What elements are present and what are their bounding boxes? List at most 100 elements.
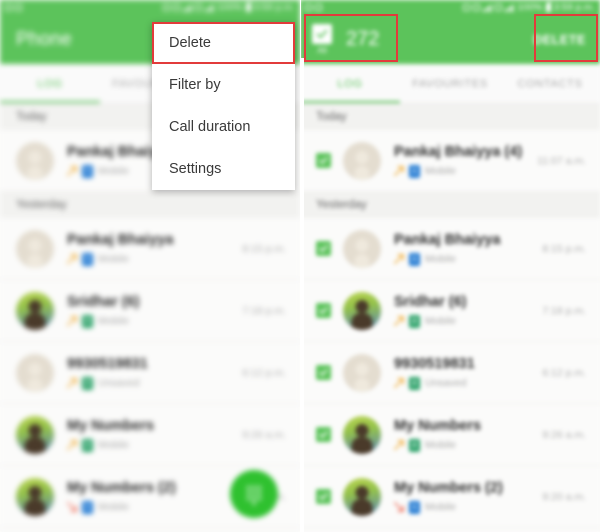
avatar[interactable] [16, 229, 54, 268]
menu-item-delete[interactable]: Delete [152, 22, 295, 64]
signal-bars-icon [483, 3, 493, 12]
avatar[interactable] [343, 229, 381, 268]
page-title: Phone [16, 28, 72, 50]
delete-button[interactable]: DELETE [531, 29, 588, 51]
call-time-label: 6:12 p.m. [242, 366, 286, 379]
section-header-label: Today [316, 111, 347, 123]
outgoing-call-icon [67, 254, 77, 264]
call-log-row[interactable]: My Numbers 2 Mobile 9:26 a.m. [300, 404, 600, 466]
outgoing-call-icon [67, 378, 77, 388]
dialpad-fab-button[interactable] [230, 470, 278, 518]
tab-favourites[interactable]: FAVOURITES [400, 78, 500, 90]
row-checkbox[interactable] [316, 489, 331, 504]
sim-indicator-icon: 2 [82, 314, 93, 328]
selection-controls: All 272 [312, 24, 379, 55]
call-log-row[interactable]: Pankaj Bhaiyya 1 Mobile 8:15 p.m. [300, 218, 600, 280]
outgoing-call-icon [394, 254, 404, 264]
number-type-label: Mobile [98, 501, 129, 513]
select-all-checkbox[interactable] [312, 24, 332, 44]
avatar[interactable] [343, 141, 381, 180]
sim-indicator-icon: 1 [409, 252, 420, 266]
avatar[interactable] [16, 291, 54, 330]
select-all-control[interactable]: All [312, 24, 332, 55]
sim2-icon [473, 4, 481, 11]
row-subtitle: 1 Mobile [394, 500, 534, 514]
row-subtitle: 1 Mobile [67, 252, 234, 266]
row-main: My Numbers (2) 1 Mobile [67, 480, 234, 514]
call-log-row[interactable]: Sridhar (6) 2 Mobile 7:18 p.m. [300, 280, 600, 342]
call-log-row[interactable]: 9930519831 2 Unsaved 6:12 p.m. [0, 342, 300, 404]
number-type-label: Mobile [425, 501, 456, 513]
avatar[interactable] [343, 415, 381, 454]
row-checkbox[interactable] [316, 153, 331, 168]
menu-item-call-duration[interactable]: Call duration [152, 106, 295, 148]
section-header-label: Yesterday [16, 199, 67, 211]
status-bar-notification-icons [5, 4, 22, 11]
mobile-data-icon [495, 4, 503, 11]
avatar[interactable] [16, 141, 54, 180]
menu-item-filter-by[interactable]: Filter by [152, 64, 295, 106]
right-status-bar: 100% 3:59 p.m. [300, 0, 600, 15]
call-log-row[interactable]: Sridhar (6) 2 Mobile 7:18 p.m. [0, 280, 300, 342]
tab-log[interactable]: LOG [300, 78, 400, 90]
number-type-label: Mobile [98, 315, 129, 327]
call-log-row[interactable]: My Numbers (2) 1 Mobile 9:20 a.m. [300, 466, 600, 528]
avatar[interactable] [16, 353, 54, 392]
checkmark-icon [319, 157, 328, 164]
battery-percent-label: 100% [217, 2, 243, 13]
left-phone-screen: 100% 3:59 p.m. Phone LOG FAVOURITES CONT… [0, 0, 300, 532]
sim-indicator-icon: 2 [409, 438, 420, 452]
right-call-log-list[interactable]: Today Pankaj Bhaiyya (4) 1 Mobile 11:07 a.m.… [300, 104, 600, 532]
overflow-dropdown-menu[interactable]: Delete Filter by Call duration Settings [152, 22, 295, 190]
row-checkbox[interactable] [316, 241, 331, 256]
avatar[interactable] [343, 353, 381, 392]
call-log-row[interactable]: 9930519831 2 Unsaved 6:12 p.m. [300, 342, 600, 404]
menu-item-settings[interactable]: Settings [152, 148, 295, 190]
sd-card-icon [5, 4, 12, 11]
call-time-label: 8:15 p.m. [242, 242, 286, 255]
avatar[interactable] [16, 477, 54, 516]
row-checkbox[interactable] [316, 427, 331, 442]
right-phone-screen: 100% 3:59 p.m. All 272 DELETE LOG FAVOUR… [300, 0, 600, 532]
signal-icon [505, 3, 515, 12]
row-main: My Numbers (2) 1 Mobile [394, 480, 534, 514]
row-checkbox[interactable] [316, 303, 331, 318]
sim2-icon [173, 4, 181, 11]
contact-name-label: Pankaj Bhaiyya [67, 231, 174, 248]
mobile-data-icon [195, 4, 203, 11]
dialpad-icon [246, 486, 262, 505]
row-main: Pankaj Bhaiyya (4) 1 Mobile [394, 144, 529, 178]
call-log-row[interactable]: Pankaj Bhaiyya 1 Mobile 8:15 p.m. [0, 218, 300, 280]
avatar[interactable] [343, 477, 381, 516]
outgoing-call-icon [67, 316, 77, 326]
row-subtitle: 2 Unsaved [394, 376, 534, 390]
contact-name-label: My Numbers (2) [67, 479, 176, 496]
image-icon [315, 4, 322, 11]
avatar[interactable] [343, 291, 381, 330]
number-type-label: Unsaved [98, 377, 140, 389]
row-main: My Numbers 2 Mobile [394, 418, 534, 452]
call-log-row[interactable]: My Numbers2Mobile9:24 a.m. [300, 528, 600, 532]
number-type-label: Mobile [425, 253, 456, 265]
list-section-header: Yesterday [300, 192, 600, 218]
call-time-label: 9:26 a.m. [542, 428, 586, 441]
checkmark-icon [319, 493, 328, 500]
call-log-row[interactable]: My Numbers 2 Mobile 9:26 a.m. [0, 404, 300, 466]
active-tab-indicator [0, 100, 100, 103]
call-log-row[interactable]: My Numbers2Mobile9:24 a.m. [0, 528, 300, 532]
menu-item-label: Delete [169, 35, 211, 51]
contact-name-label: Sridhar (6) [67, 293, 140, 310]
row-subtitle: 2 Unsaved [67, 376, 234, 390]
signal-bars-icon [183, 3, 193, 12]
menu-item-label: Call duration [169, 119, 251, 135]
sim-indicator-icon: 1 [82, 164, 93, 178]
tab-contacts[interactable]: CONTACTS [500, 78, 600, 90]
call-log-row[interactable]: Pankaj Bhaiyya (4) 1 Mobile 11:07 a.m. [300, 130, 600, 192]
row-main: Sridhar (6) 2 Mobile [394, 294, 534, 328]
row-checkbox[interactable] [316, 365, 331, 380]
outgoing-call-icon [394, 378, 404, 388]
contact-name-label: My Numbers (2) [394, 479, 503, 496]
tab-log[interactable]: LOG [0, 78, 100, 90]
avatar[interactable] [16, 415, 54, 454]
sim-indicator-icon: 1 [82, 500, 93, 514]
